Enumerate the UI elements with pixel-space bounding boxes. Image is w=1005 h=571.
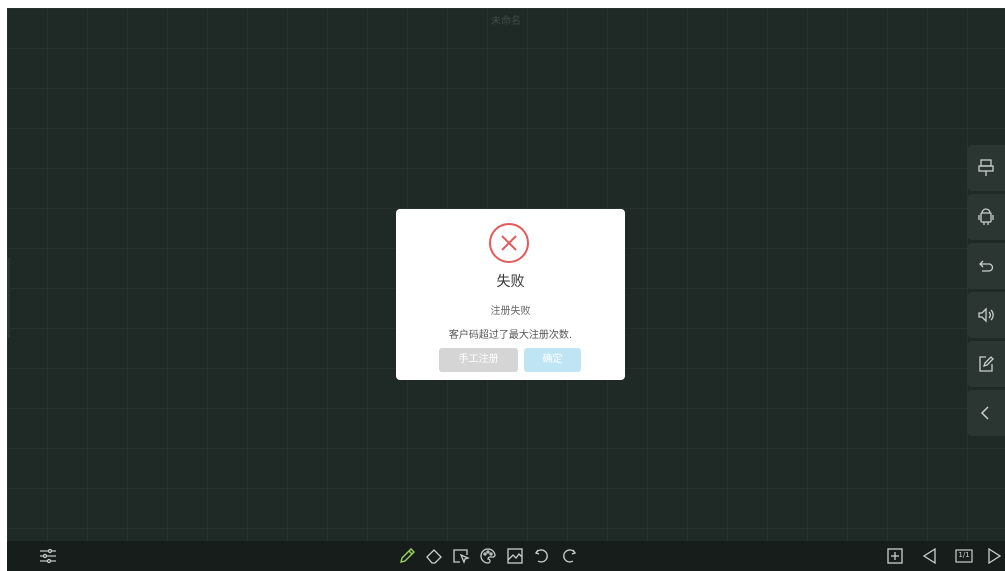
- triangle-left-icon: [922, 547, 936, 565]
- volume-icon: [978, 307, 994, 323]
- select-tool-button[interactable]: [450, 545, 472, 567]
- undo-icon: [534, 549, 548, 563]
- palette-icon: [480, 548, 496, 564]
- collapse-button[interactable]: [967, 390, 1005, 436]
- error-dialog: 失败 注册失败 客户码超过了最大注册次数. 手工注册 确定: [396, 209, 625, 380]
- usb-icon: [978, 159, 994, 176]
- eraser-tool-button[interactable]: [423, 545, 445, 567]
- dialog-message: 客户码超过了最大注册次数.: [448, 330, 573, 341]
- volume-button[interactable]: [967, 292, 1005, 338]
- eraser-icon: [426, 549, 442, 564]
- window-title: 未命名: [491, 16, 521, 27]
- pen-icon: [400, 548, 415, 563]
- select-icon: [453, 549, 470, 564]
- page-indicator[interactable]: 1/1: [954, 545, 974, 567]
- android-icon: [978, 208, 994, 225]
- redo-icon: [563, 549, 577, 563]
- triangle-right-icon: [988, 547, 1002, 565]
- settings-sliders-icon: [40, 548, 56, 564]
- side-panel: [967, 145, 1005, 439]
- collapse-icon: [980, 406, 989, 420]
- bottom-toolbar: 1/1: [7, 541, 1005, 571]
- page-number: 1/1: [958, 551, 970, 559]
- confirm-button[interactable]: 确定: [524, 348, 581, 372]
- prev-page-button[interactable]: [919, 545, 941, 567]
- settings-button[interactable]: [37, 545, 59, 567]
- back-icon: [979, 260, 994, 272]
- left-drawer-handle[interactable]: [7, 258, 10, 338]
- whiteboard-screen[interactable]: 未命名 1/1 失败 注册失败 客户码超过了最大注册次数. 手工注册 确定: [7, 8, 1005, 571]
- manual-register-button[interactable]: 手工注册: [439, 348, 518, 372]
- error-circle-icon: [489, 223, 529, 263]
- edit-icon: [979, 356, 994, 372]
- edit-button[interactable]: [967, 341, 1005, 387]
- dialog-title: 失败: [496, 274, 525, 290]
- add-page-icon: [887, 548, 903, 564]
- undo-button[interactable]: [531, 545, 553, 567]
- redo-button[interactable]: [558, 545, 580, 567]
- usb-button[interactable]: [967, 145, 1005, 191]
- android-button[interactable]: [967, 194, 1005, 240]
- back-button[interactable]: [967, 243, 1005, 289]
- palette-tool-button[interactable]: [477, 545, 499, 567]
- pen-tool-button[interactable]: [396, 545, 418, 567]
- next-page-button[interactable]: [983, 545, 1005, 567]
- add-page-button[interactable]: [884, 545, 906, 567]
- dialog-subtitle: 注册失败: [490, 306, 531, 317]
- image-icon: [507, 548, 523, 564]
- image-tool-button[interactable]: [504, 545, 526, 567]
